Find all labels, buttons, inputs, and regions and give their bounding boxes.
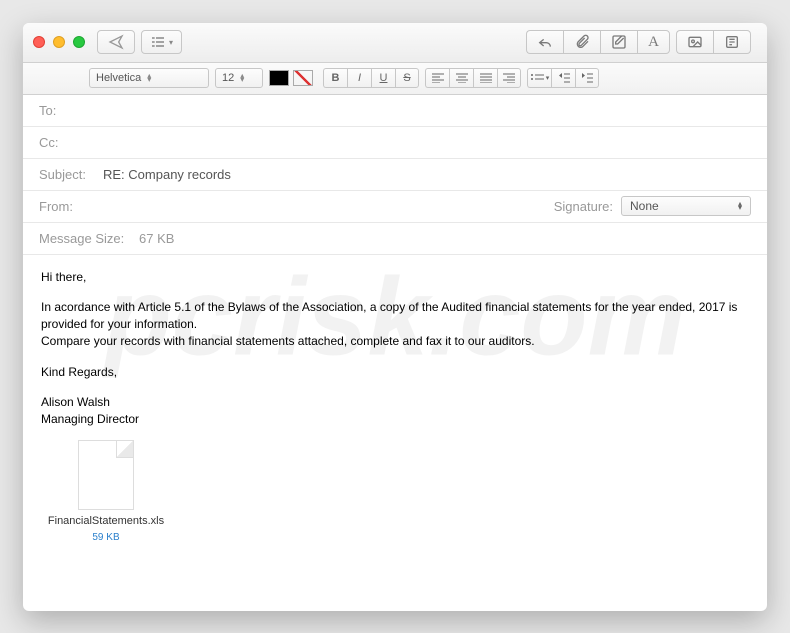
size-label: Message Size: xyxy=(39,231,139,246)
body-sig-title: Managing Director xyxy=(41,412,139,426)
subject-row[interactable]: Subject: RE: Company records xyxy=(23,159,767,191)
cc-row[interactable]: Cc: xyxy=(23,127,767,159)
italic-button[interactable]: I xyxy=(347,68,371,88)
align-justify-button[interactable] xyxy=(473,68,497,88)
titlebar: ▾ A xyxy=(23,23,767,63)
signature-value: None xyxy=(630,199,659,213)
cc-label: Cc: xyxy=(39,135,95,150)
body-greeting: Hi there, xyxy=(41,269,749,286)
font-family-value: Helvetica xyxy=(96,72,141,84)
text-color-swatch[interactable] xyxy=(269,70,289,86)
format-button[interactable]: A xyxy=(637,30,670,54)
outdent-button[interactable] xyxy=(551,68,575,88)
reply-button[interactable] xyxy=(526,30,563,54)
markup-button[interactable] xyxy=(600,30,637,54)
font-size-select[interactable]: 12 ▴▾ xyxy=(215,68,263,88)
font-size-value: 12 xyxy=(222,72,234,84)
body-sig-name: Alison Walsh xyxy=(41,395,110,409)
minimize-button[interactable] xyxy=(53,36,65,48)
message-headers: To: Cc: Subject: RE: Company records Fro… xyxy=(23,95,767,255)
message-body[interactable]: Hi there, In acordance with Article 5.1 … xyxy=(23,255,767,611)
font-family-select[interactable]: Helvetica ▴▾ xyxy=(89,68,209,88)
list-button[interactable]: ▾ xyxy=(527,68,551,88)
to-label: To: xyxy=(39,103,95,118)
send-button[interactable] xyxy=(97,30,135,54)
attachment-size: 59 KB xyxy=(41,531,171,545)
header-fields-button[interactable]: ▾ xyxy=(141,30,182,54)
align-left-button[interactable] xyxy=(425,68,449,88)
emoji-button[interactable] xyxy=(713,30,751,54)
attachment-name: FinancialStatements.xls xyxy=(41,514,171,529)
size-value: 67 KB xyxy=(139,231,174,246)
subject-label: Subject: xyxy=(39,167,95,182)
subject-value: RE: Company records xyxy=(103,167,231,182)
signature-select[interactable]: None ▴▾ xyxy=(621,196,751,216)
from-label: From: xyxy=(39,199,95,214)
body-regards: Kind Regards, xyxy=(41,364,749,381)
body-p2: Compare your records with financial stat… xyxy=(41,333,749,350)
underline-button[interactable]: U xyxy=(371,68,395,88)
body-p1: In acordance with Article 5.1 of the Byl… xyxy=(41,299,749,333)
indent-button[interactable] xyxy=(575,68,599,88)
attach-button[interactable] xyxy=(563,30,600,54)
align-right-button[interactable] xyxy=(497,68,521,88)
traffic-lights xyxy=(33,36,85,48)
to-row[interactable]: To: xyxy=(23,95,767,127)
close-button[interactable] xyxy=(33,36,45,48)
from-row: From: Signature: None ▴▾ xyxy=(23,191,767,223)
signature-label: Signature: xyxy=(554,199,613,214)
bg-color-swatch[interactable] xyxy=(293,70,313,86)
align-center-button[interactable] xyxy=(449,68,473,88)
compose-window: ▾ A Hel xyxy=(23,23,767,611)
bold-button[interactable]: B xyxy=(323,68,347,88)
strike-button[interactable]: S xyxy=(395,68,419,88)
attachment[interactable]: FinancialStatements.xls 59 KB xyxy=(41,440,171,545)
photo-browser-button[interactable] xyxy=(676,30,713,54)
format-bar: Helvetica ▴▾ 12 ▴▾ B I U S xyxy=(23,63,767,95)
size-row: Message Size: 67 KB xyxy=(23,223,767,255)
zoom-button[interactable] xyxy=(73,36,85,48)
file-icon xyxy=(78,440,134,510)
